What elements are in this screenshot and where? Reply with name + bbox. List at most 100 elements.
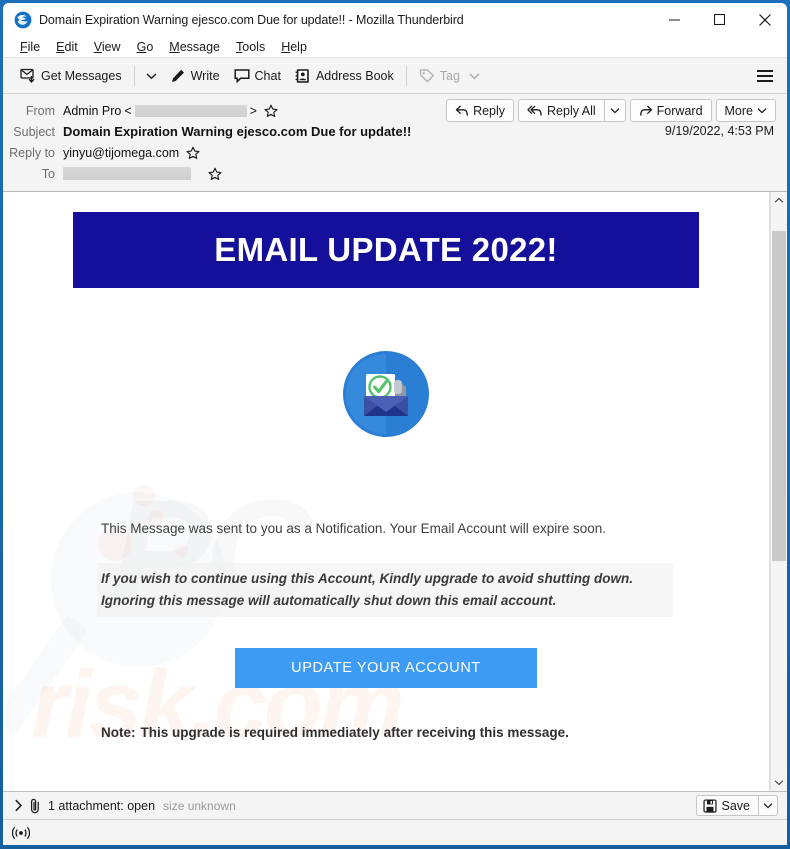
email-viewport: PC risk.com EMAIL UPDATE 2022! This Mess… [3, 192, 770, 791]
subject-value: Domain Expiration Warning ejesco.com Due… [63, 124, 412, 139]
more-label: More [724, 103, 753, 118]
window-title: Domain Expiration Warning ejesco.com Due… [39, 12, 464, 27]
chat-bubble-icon [233, 68, 250, 83]
maximize-icon [714, 14, 725, 25]
message-scrollbar[interactable] [770, 192, 787, 791]
app-menu-icon-bar [757, 79, 773, 82]
email-banner: EMAIL UPDATE 2022! [73, 212, 699, 288]
scrollbar-thumb[interactable] [772, 231, 786, 561]
reply-all-label: Reply All [547, 103, 596, 118]
cta-wrap: UPDATE YOUR ACCOUNT [73, 647, 699, 688]
from-bracket-close: > [249, 103, 257, 118]
write-button[interactable]: Write [163, 64, 227, 88]
get-messages-label: Get Messages [41, 68, 122, 83]
reply-to-label: Reply to [9, 145, 55, 160]
star-icon[interactable] [208, 167, 222, 181]
forward-button[interactable]: Forward [629, 99, 712, 122]
app-menu-icon-bar [757, 69, 773, 72]
reply-button[interactable]: Reply [446, 99, 515, 122]
warning-line-2: Ignoring this message will automatically… [101, 592, 557, 608]
tag-label: Tag [439, 68, 460, 83]
reply-all-group: Reply All [518, 99, 626, 122]
forward-icon [639, 105, 652, 116]
hero-icon-wrap [73, 350, 699, 438]
save-disk-icon [702, 798, 717, 813]
scroll-down-button[interactable] [771, 774, 787, 791]
chat-button[interactable]: Chat [227, 64, 288, 88]
reply-all-icon [527, 105, 542, 116]
menu-item-edit[interactable]: Edit [48, 37, 86, 57]
chevron-up-icon [774, 197, 784, 203]
to-label: To [41, 166, 55, 181]
window-controls [652, 3, 787, 36]
toolbar-divider [133, 65, 135, 86]
menu-item-go[interactable]: Go [129, 37, 162, 57]
paperclip-icon [28, 798, 42, 814]
menu-item-tools[interactable]: Tools [228, 37, 273, 57]
menu-item-view[interactable]: View [86, 37, 129, 57]
banner-title: EMAIL UPDATE 2022! [214, 231, 558, 268]
attachment-expand-button[interactable] [13, 796, 28, 815]
scroll-up-button[interactable] [771, 192, 787, 209]
save-attachment-button[interactable]: Save [695, 795, 758, 816]
maximize-button[interactable] [697, 3, 742, 36]
update-your-account-button[interactable]: UPDATE YOUR ACCOUNT [235, 647, 537, 688]
get-messages-button[interactable]: Get Messages [13, 64, 129, 88]
menu-item-message[interactable]: Message [161, 37, 228, 57]
warning-line-1: If you wish to continue using this Accou… [101, 571, 633, 587]
application-window: Domain Expiration Warning ejesco.com Due… [0, 0, 790, 849]
reply-all-dropdown[interactable] [603, 99, 626, 122]
get-messages-dropdown[interactable] [140, 67, 163, 85]
pencil-icon [171, 69, 184, 82]
message-header: From Admin Pro < > Subject Domain Expira… [3, 94, 787, 192]
broadcast-icon[interactable] [12, 825, 30, 841]
toolbar-divider-2 [405, 65, 407, 86]
chevron-down-icon [610, 108, 620, 114]
subject-label: Subject [13, 124, 55, 139]
tag-icon [419, 68, 434, 83]
header-row-to: To [3, 163, 787, 184]
reply-icon [455, 105, 468, 116]
close-button[interactable] [742, 3, 787, 36]
chevron-right-icon [15, 799, 23, 812]
reply-to-value-wrap: yinyu@tijomega.com [63, 146, 200, 160]
minimize-icon [669, 19, 680, 21]
address-book-icon [295, 68, 309, 83]
address-book-label: Address Book [315, 68, 394, 83]
attachment-bar: 1 attachment: open size unknown Save [3, 791, 787, 819]
from-label: From [25, 103, 55, 118]
chevron-down-icon [774, 780, 784, 786]
reply-all-button[interactable]: Reply All [518, 99, 604, 122]
notification-paragraph: This Message was sent to you as a Notifi… [101, 521, 607, 536]
more-button[interactable]: More [715, 99, 776, 122]
tag-button[interactable]: Tag [412, 64, 487, 88]
address-book-button[interactable]: Address Book [288, 64, 401, 88]
message-date: 9/19/2022, 4:53 PM [664, 124, 774, 138]
write-label: Write [190, 68, 220, 83]
reply-to-address[interactable]: yinyu@tijomega.com [63, 146, 179, 160]
attachment-save-group: Save [695, 795, 778, 816]
message-action-buttons: Reply Reply All Forward More [446, 99, 776, 122]
reply-label: Reply [473, 103, 506, 118]
minimize-button[interactable] [652, 3, 697, 36]
forward-label: Forward [656, 103, 703, 118]
from-bracket-open: < [124, 103, 132, 118]
note-line: Note: This upgrade is required immediatel… [101, 725, 699, 740]
mail-check-icon [343, 351, 429, 437]
note-text: This upgrade is required immediately aft… [140, 724, 569, 740]
email-card: EMAIL UPDATE 2022! This Message was sent… [73, 212, 699, 740]
window-content: Domain Expiration Warning ejesco.com Due… [3, 3, 787, 845]
star-icon[interactable] [186, 146, 200, 160]
star-icon[interactable] [264, 104, 278, 118]
to-value [63, 167, 222, 181]
menu-item-file[interactable]: File [12, 37, 48, 57]
close-icon [758, 13, 771, 26]
warning-block: If you wish to continue using this Accou… [97, 563, 673, 617]
save-dropdown-button[interactable] [758, 795, 778, 816]
chevron-down-icon [757, 108, 767, 114]
app-menu-button[interactable] [753, 64, 777, 88]
app-menu-icon-bar [757, 74, 773, 77]
menu-item-help[interactable]: Help [273, 37, 315, 57]
scrollbar-track[interactable] [771, 209, 787, 774]
attachment-label[interactable]: 1 attachment: open [48, 799, 155, 813]
